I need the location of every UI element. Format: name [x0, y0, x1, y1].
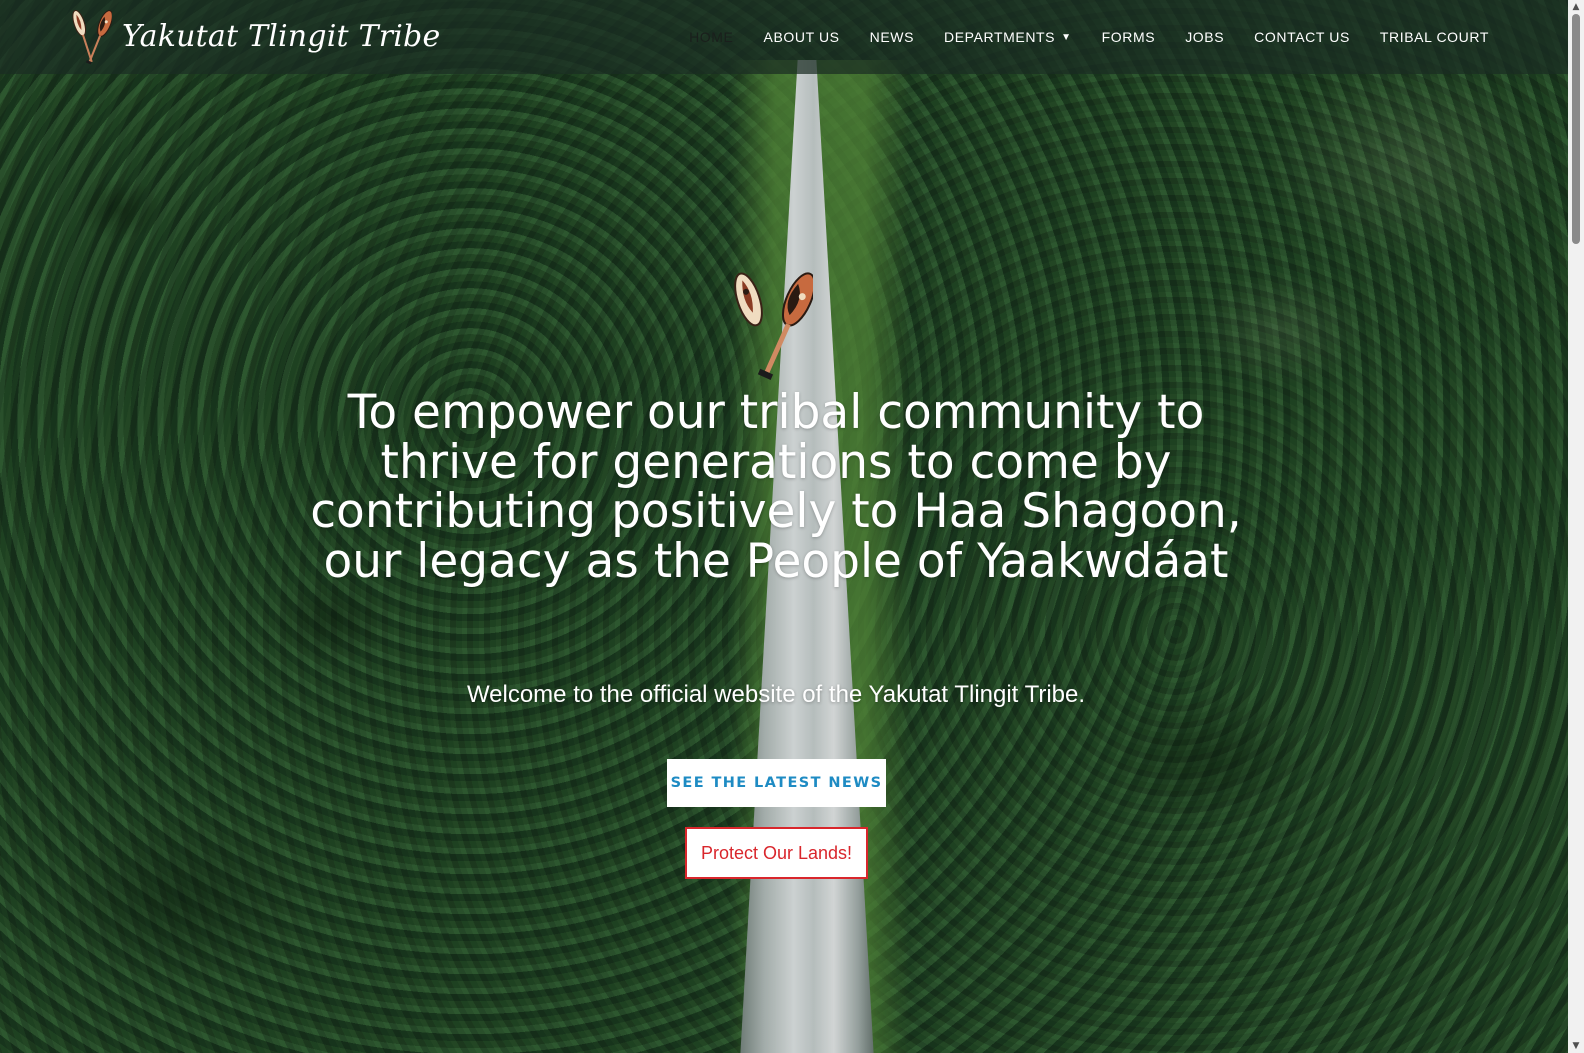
nav-item-jobs[interactable]: JOBS	[1185, 29, 1224, 45]
site-header: Yakutat Tlingit Tribe HOME ABOUT US NEWS…	[0, 0, 1568, 74]
latest-news-button[interactable]: SEE THE LATEST NEWS	[667, 759, 886, 807]
welcome-text: Welcome to the official website of the Y…	[466, 681, 1086, 708]
scroll-down-arrow-icon[interactable]: ▼	[1568, 1039, 1584, 1053]
hero-paddles-logo-icon	[734, 272, 813, 380]
protect-our-lands-button[interactable]: Protect Our Lands!	[685, 827, 868, 879]
nav-item-news[interactable]: NEWS	[870, 29, 914, 45]
chevron-down-icon: ▼	[1061, 31, 1072, 43]
site-name[interactable]: Yakutat Tlingit Tribe	[122, 19, 440, 54]
nav-item-about-us[interactable]: ABOUT US	[764, 29, 840, 45]
site-brand[interactable]: Yakutat Tlingit Tribe	[70, 6, 440, 66]
nav-item-departments-label: DEPARTMENTS	[944, 29, 1056, 45]
scroll-thumb[interactable]	[1572, 14, 1580, 244]
crossed-paddles-logo-icon	[72, 10, 112, 65]
nav-item-home[interactable]: HOME	[689, 29, 733, 45]
nav-item-departments[interactable]: DEPARTMENTS ▼	[944, 29, 1072, 45]
main-nav: HOME ABOUT US NEWS DEPARTMENTS ▼ FORMS J…	[659, 0, 1489, 74]
nav-item-tribal-court[interactable]: TRIBAL COURT	[1380, 29, 1489, 45]
nav-item-forms[interactable]: FORMS	[1102, 29, 1156, 45]
mission-statement: To empower our tribal community to thriv…	[310, 385, 1242, 589]
nav-item-contact-us[interactable]: CONTACT US	[1254, 29, 1350, 45]
scroll-up-arrow-icon[interactable]: ▲	[1568, 0, 1584, 14]
page-scrollbar[interactable]: ▲ ▼	[1568, 0, 1584, 1053]
